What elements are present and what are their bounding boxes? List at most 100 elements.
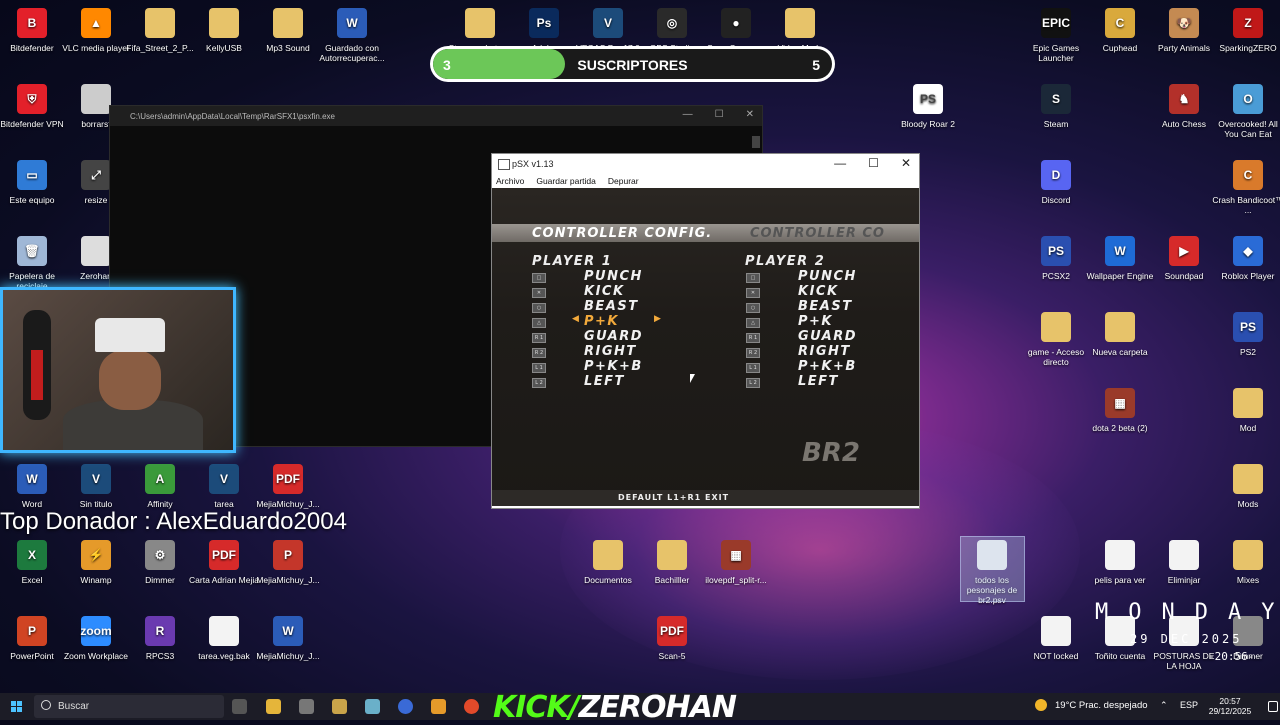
desktop-icon[interactable]: KellyUSB (188, 4, 260, 53)
tray-chevron-icon[interactable]: ⌃ (1160, 700, 1168, 711)
desktop-icon[interactable]: W MejiaMichuy_J... (252, 612, 324, 661)
weather-text[interactable]: 19°C Prac. despejado (1055, 700, 1148, 711)
desktop-icon[interactable]: Eliminjar (1148, 536, 1220, 585)
app-icon (209, 616, 239, 646)
desktop-icon[interactable]: PS PCSX2 (1020, 232, 1092, 281)
p2-action[interactable]: KICK (798, 284, 839, 299)
desktop-icon[interactable]: ⚙ Dimmer (124, 536, 196, 585)
desktop-icon[interactable]: Mixes (1212, 536, 1280, 585)
p2-action[interactable]: P+K+B (798, 359, 857, 374)
desktop-icon[interactable]: C Crash Bandicoot™ ... (1212, 156, 1280, 215)
desktop-icon[interactable]: O Overcooked! All You Can Eat (1212, 80, 1280, 139)
p1-action[interactable]: RIGHT (584, 344, 637, 359)
desktop-icon[interactable]: ▲ VLC media player (60, 4, 132, 53)
desktop-icon[interactable]: C Cuphead (1084, 4, 1156, 53)
desktop-icon[interactable]: Mod (1212, 384, 1280, 433)
desktop-icon[interactable]: ◆ Roblox Player (1212, 232, 1280, 281)
psx-window[interactable]: pSX v1.13 — ☐ ✕ Archivo Guardar partida … (491, 153, 920, 509)
file-explorer-icon[interactable] (266, 699, 281, 714)
scrollbar[interactable] (752, 136, 760, 148)
p1-action[interactable]: BEAST (584, 299, 639, 314)
desktop-icon[interactable]: ▶ Soundpad (1148, 232, 1220, 281)
desktop-icon[interactable]: B Bitdefender (0, 4, 68, 53)
desktop-icon[interactable]: A Affinity (124, 460, 196, 509)
obs-icon[interactable] (398, 699, 413, 714)
p2-action[interactable]: LEFT (798, 374, 839, 389)
desktop-icon[interactable]: ▭ Este equipo (0, 156, 68, 205)
terminal-titlebar[interactable]: C:\Users\admin\AppData\Local\Temp\RarSFX… (110, 106, 762, 126)
menu-guardar-partida[interactable]: Guardar partida (536, 176, 596, 186)
desktop-icon[interactable]: ♞ Auto Chess (1148, 80, 1220, 129)
desktop-icon[interactable]: P MejiaMichuy_J... (252, 536, 324, 585)
close-icon[interactable]: ✕ (901, 156, 911, 170)
taskbar-clock[interactable]: 20:57 29/12/2025 (1200, 696, 1260, 716)
arrow-left-icon[interactable]: ◀ (572, 314, 580, 324)
desktop-icon[interactable]: EPIC Epic Games Launcher (1020, 4, 1092, 63)
minimize-icon[interactable]: — (683, 109, 693, 120)
desktop-icon[interactable]: D Discord (1020, 156, 1092, 205)
desktop-icon[interactable]: Documentos (572, 536, 644, 585)
desktop-icon[interactable]: zoom Zoom Workplace (60, 612, 132, 661)
chrome-icon[interactable] (464, 699, 479, 714)
p2-action[interactable]: BEAST (798, 299, 853, 314)
close-icon[interactable]: ✕ (746, 109, 754, 120)
p1-action[interactable]: P+K (584, 314, 619, 329)
psx-titlebar[interactable]: pSX v1.13 — ☐ ✕ (492, 154, 919, 174)
desktop-icon[interactable]: pelis para ver (1084, 536, 1156, 585)
desktop-icon[interactable]: ⛨ Bitdefender VPN (0, 80, 68, 129)
notepad-icon[interactable] (365, 699, 380, 714)
p2-action[interactable]: RIGHT (798, 344, 851, 359)
desktop-icon[interactable]: PDF MejiaMichuy_J... (252, 460, 324, 509)
desktop-icon[interactable]: Bachilller (636, 536, 708, 585)
p1-action[interactable]: GUARD (584, 329, 643, 344)
desktop-icon[interactable]: Z SparkingZERO (1212, 4, 1280, 53)
desktop-icon[interactable]: P PowerPoint (0, 612, 68, 661)
desktop-icon[interactable]: Mods (1212, 460, 1280, 509)
desktop-icon[interactable]: PDF Carta Adrian Mejia (188, 536, 260, 585)
desktop-icon[interactable]: PDF Scan-5 (636, 612, 708, 661)
desktop-icon[interactable]: S Steam (1020, 80, 1092, 129)
p2-action[interactable]: GUARD (798, 329, 857, 344)
maximize-icon[interactable]: ☐ (868, 156, 879, 170)
language-indicator[interactable]: ESP (1180, 700, 1198, 710)
p1-action[interactable]: KICK (584, 284, 625, 299)
menu-depurar[interactable]: Depurar (608, 176, 639, 186)
desktop-icon[interactable]: ▦ dota 2 beta (2) (1084, 384, 1156, 433)
settings-icon[interactable] (299, 699, 314, 714)
p1-action[interactable]: PUNCH (584, 269, 643, 284)
p2-action[interactable]: PUNCH (798, 269, 857, 284)
task-view-icon[interactable] (232, 699, 247, 714)
desktop-icon[interactable]: Vtarea (188, 460, 260, 509)
media-icon[interactable] (332, 699, 347, 714)
desktop-icon[interactable]: ⚡ Winamp (60, 536, 132, 585)
desktop-icon[interactable]: 🗑 Papelera de reciclaje (0, 232, 68, 291)
desktop-icon[interactable]: W Word (0, 460, 68, 509)
desktop-icon[interactable]: Mp3 Sound (252, 4, 324, 53)
arrow-right-icon[interactable]: ▶ (654, 314, 662, 324)
desktop-icon[interactable]: ▦ ilovepdf_split-r... (700, 536, 772, 585)
desktop-icon[interactable]: tarea.veg.bak (188, 612, 260, 661)
search-box[interactable]: Buscar (34, 695, 224, 718)
start-button[interactable] (0, 693, 32, 720)
menu-archivo[interactable]: Archivo (496, 176, 524, 186)
p2-action[interactable]: P+K (798, 314, 833, 329)
desktop-icon[interactable]: W Guardado con Autorrecuperac... (316, 4, 388, 63)
desktop-icon[interactable]: R RPCS3 (124, 612, 196, 661)
desktop-icon[interactable]: X Excel (0, 536, 68, 585)
p1-action[interactable]: P+K+B (584, 359, 643, 374)
desktop-icon[interactable]: game - Acceso directo (1020, 308, 1092, 367)
desktop-icon[interactable]: NOT locked (1020, 612, 1092, 661)
desktop-icon[interactable]: Nueva carpeta (1084, 308, 1156, 357)
maximize-icon[interactable]: ☐ (715, 109, 724, 120)
desktop-icon[interactable]: V Sin titulo (60, 460, 132, 509)
desktop-icon[interactable]: PS Bloody Roar 2 (892, 80, 964, 129)
game-screen[interactable]: CONTROLLER CONFIG. CONTROLLER CO PLAYER … (492, 188, 919, 506)
desktop-icon[interactable]: Fifa_Street_2_P... (124, 4, 196, 53)
p1-action[interactable]: LEFT (584, 374, 625, 389)
desktop-icon[interactable]: W Wallpaper Engine (1084, 232, 1156, 281)
minimize-icon[interactable]: — (834, 156, 846, 170)
notification-icon[interactable] (1268, 701, 1278, 712)
winamp-icon[interactable] (431, 699, 446, 714)
desktop-icon[interactable]: 🐶 Party Animals (1148, 4, 1220, 53)
desktop-icon[interactable]: PS PS2 (1212, 308, 1280, 357)
